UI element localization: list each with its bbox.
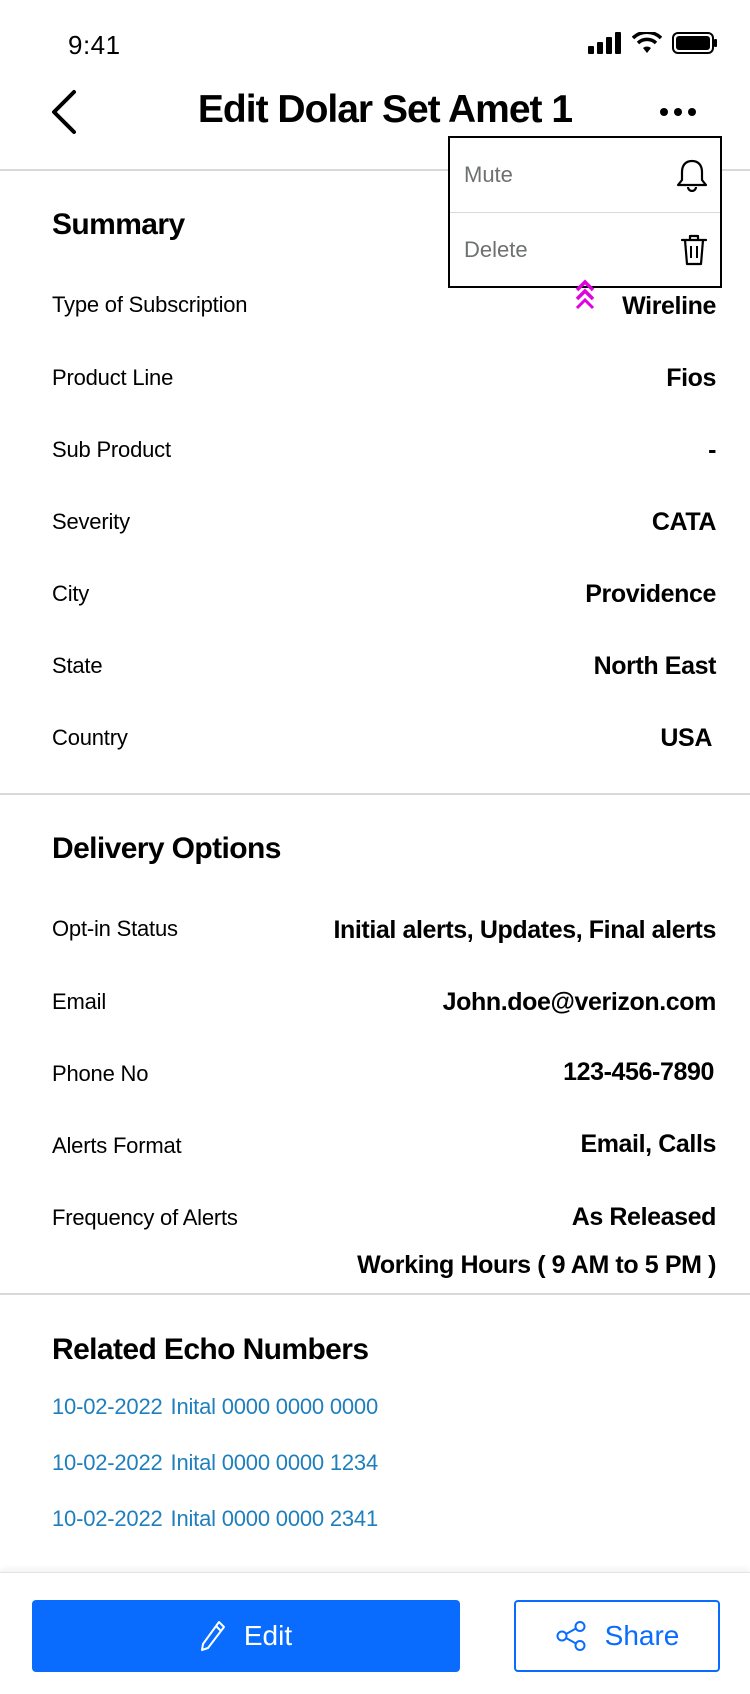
section-divider (0, 1293, 750, 1295)
row-label: Opt-in Status (52, 916, 178, 941)
share-button[interactable]: Share (514, 1600, 720, 1672)
echo-text: Inital 0000 0000 2341 (170, 1506, 379, 1531)
pencil-icon (200, 1621, 225, 1651)
row-value: Fios (666, 364, 716, 392)
scroll-up-indicator[interactable] (574, 278, 596, 317)
row-value: 123-456-7890 (563, 1058, 714, 1086)
echo-text: Inital 0000 0000 0000 (170, 1394, 379, 1419)
row-value: Wireline (622, 292, 716, 320)
delivery-title: Delivery Options (52, 832, 281, 865)
menu-item-label: Delete (464, 237, 528, 262)
row-value: As Released (571, 1203, 717, 1231)
row-label: Frequency of Alerts (52, 1205, 238, 1230)
echo-text: Inital 0000 0000 1234 (170, 1450, 379, 1475)
status-icons (588, 32, 718, 54)
more-dot-icon (674, 108, 682, 116)
edit-button[interactable]: Edit (32, 1600, 460, 1672)
row-value: - (708, 436, 716, 464)
row-label: Email (52, 989, 107, 1014)
echo-date: 10-02-2022 (52, 1506, 163, 1531)
double-chevron-up-icon (575, 279, 595, 310)
share-button-label: Share (604, 1620, 680, 1651)
row-label: Product Line (52, 365, 174, 390)
row-label: Country (52, 725, 128, 750)
row-label: State (52, 653, 103, 678)
menu-item-mute[interactable]: Mute (450, 138, 720, 212)
row-value: North East (593, 652, 717, 680)
bell-icon (676, 159, 708, 192)
echo-number-link[interactable]: 10-02-2022 Inital 0000 0000 2341 (52, 1506, 386, 1532)
menu-item-delete[interactable]: Delete (450, 213, 720, 287)
section-divider (0, 793, 750, 795)
more-dot-icon (660, 108, 668, 116)
row-value: USA (660, 724, 712, 752)
signal-icon (588, 32, 621, 54)
row-label: Sub Product (52, 437, 171, 462)
row-value: Initial alerts, Updates, Final alerts (333, 916, 716, 944)
echo-date: 10-02-2022 (52, 1450, 163, 1475)
echo-date: 10-02-2022 (52, 1394, 163, 1419)
row-label: Phone No (52, 1061, 149, 1086)
page-title: Edit Dolar Set Amet 1 (197, 88, 573, 131)
edit-button-label: Edit (243, 1620, 293, 1651)
status-time: 9:41 (68, 30, 121, 60)
share-icon (556, 1621, 586, 1651)
echo-number-link[interactable]: 10-02-2022 Inital 0000 0000 1234 (52, 1450, 386, 1476)
trash-icon (680, 234, 708, 266)
related-title: Related Echo Numbers (52, 1333, 369, 1366)
row-label: Type of Subscription (52, 292, 248, 317)
echo-number-link[interactable]: 10-02-2022 Inital 0000 0000 0000 (52, 1394, 386, 1420)
menu-item-label: Mute (464, 162, 513, 187)
options-menu: Mute Delete (448, 136, 722, 288)
row-value: Providence (585, 580, 716, 608)
row-value: CATA (651, 508, 717, 536)
summary-title: Summary (52, 208, 185, 241)
row-label: Alerts Format (52, 1133, 182, 1158)
row-value: Email, Calls (580, 1130, 716, 1158)
row-label: Severity (52, 509, 130, 534)
more-options-button[interactable] (660, 100, 700, 124)
more-dot-icon (688, 108, 696, 116)
row-label: City (52, 581, 90, 606)
row-value-secondary: Working Hours ( 9 AM to 5 PM ) (357, 1251, 716, 1279)
row-value: John.doe@verizon.com (442, 988, 717, 1016)
battery-icon (672, 32, 717, 54)
wifi-icon (632, 32, 662, 53)
